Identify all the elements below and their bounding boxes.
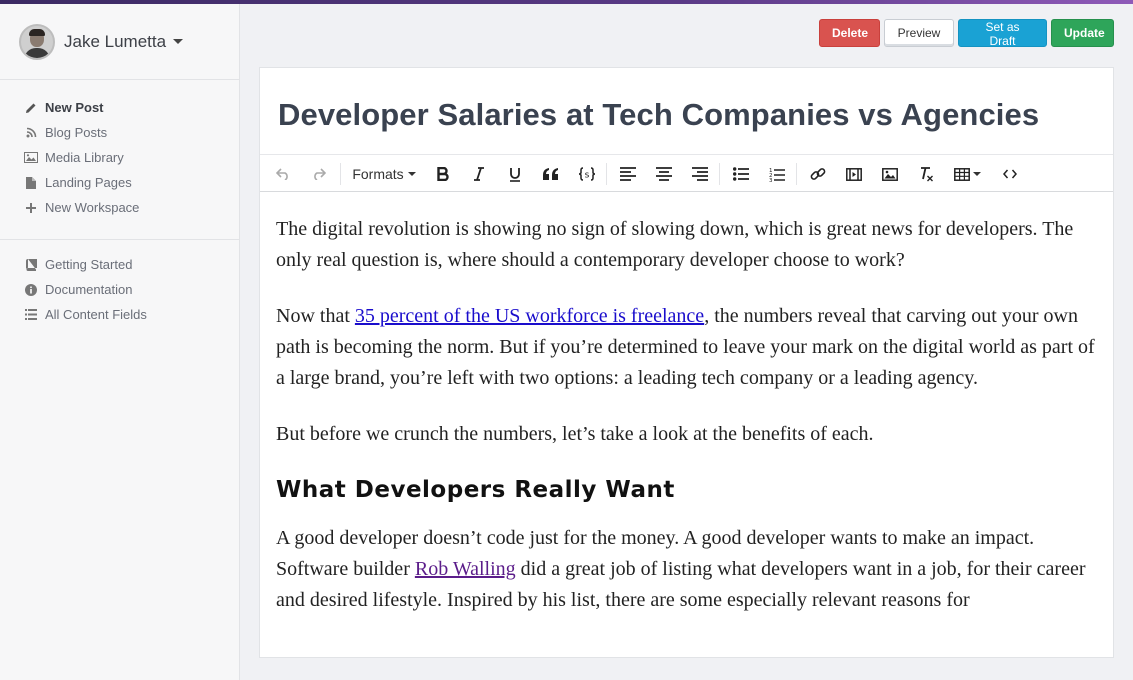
avatar: [19, 23, 55, 60]
sidebar-item-label: New Post: [45, 100, 104, 115]
editor-toolbar: Formats s 123: [260, 154, 1113, 192]
primary-nav: New Post Blog Posts Media Library Landin…: [0, 95, 239, 220]
update-button[interactable]: Update: [1051, 19, 1114, 47]
list-icon: [24, 308, 38, 322]
sidebar-item-label: New Workspace: [45, 200, 140, 215]
align-right-icon[interactable]: [689, 155, 711, 193]
toolbar-separator: [796, 163, 797, 185]
sidebar-item-all-content-fields[interactable]: All Content Fields: [24, 302, 147, 327]
table-icon: [953, 167, 970, 181]
toolbar-separator: [606, 163, 607, 185]
caret-down-icon: [173, 39, 184, 44]
sidebar-item-label: Blog Posts: [45, 125, 108, 140]
sidebar-divider: [0, 239, 239, 240]
set-as-draft-button[interactable]: Set as Draft: [958, 19, 1047, 48]
formats-dropdown[interactable]: Formats: [350, 155, 418, 193]
sidebar-item-new-workspace[interactable]: New Workspace: [24, 195, 239, 220]
source-code-icon[interactable]: [999, 155, 1021, 193]
user-menu[interactable]: Jake Lumetta: [0, 4, 239, 80]
delete-button[interactable]: Delete: [819, 19, 880, 47]
media-icon[interactable]: [843, 155, 865, 193]
sidebar-item-label: Media Library: [45, 150, 124, 165]
section-heading: What Developers Really Want: [276, 477, 675, 503]
post-body-editor[interactable]: The digital revolution is showing no sig…: [276, 214, 1106, 641]
sidebar-item-new-post[interactable]: New Post: [24, 95, 239, 120]
caret-down-icon: [972, 172, 981, 176]
sidebar-item-label: Documentation: [45, 282, 133, 297]
freelance-stat-link[interactable]: 35 percent of the US workforce is freela…: [355, 305, 704, 327]
toolbar-separator: [719, 163, 720, 185]
clear-formatting-icon[interactable]: [915, 155, 937, 193]
numbered-list-icon[interactable]: 123: [766, 155, 788, 193]
align-center-icon[interactable]: [653, 155, 675, 193]
sidebar-item-documentation[interactable]: Documentation: [24, 277, 147, 302]
bullet-list-icon[interactable]: [730, 155, 752, 193]
underline-icon[interactable]: [504, 155, 526, 193]
blockquote-icon[interactable]: [540, 155, 562, 193]
secondary-nav: Getting Started Documentation All Conten…: [0, 252, 147, 327]
align-left-icon[interactable]: [617, 155, 639, 193]
post-actions: Delete Preview Set as Draft Update: [819, 19, 1114, 48]
link-icon[interactable]: [807, 155, 829, 193]
italic-icon[interactable]: [468, 155, 490, 193]
bold-icon[interactable]: [432, 155, 454, 193]
table-dropdown[interactable]: [951, 155, 983, 193]
formats-label: Formats: [352, 166, 404, 182]
paragraph: Now that 35 percent of the US workforce …: [276, 305, 1095, 389]
plus-icon: [24, 201, 38, 215]
info-icon: [24, 283, 38, 297]
preview-button[interactable]: Preview: [884, 19, 954, 47]
insert-image-icon[interactable]: [879, 155, 901, 193]
image-icon: [24, 151, 38, 165]
sidebar-item-blog-posts[interactable]: Blog Posts: [24, 120, 239, 145]
pencil-icon: [24, 101, 38, 115]
sidebar-item-getting-started[interactable]: Getting Started: [24, 252, 147, 277]
post-title-input[interactable]: Developer Salaries at Tech Companies vs …: [278, 97, 1039, 133]
rss-icon: [24, 126, 38, 140]
sidebar-item-media-library[interactable]: Media Library: [24, 145, 239, 170]
file-icon: [24, 176, 38, 190]
code-sample-icon[interactable]: s: [576, 155, 598, 193]
paragraph: A good developer doesn’t code just for t…: [276, 527, 1086, 611]
svg-text:3: 3: [769, 178, 773, 182]
redo-icon[interactable]: [308, 155, 330, 193]
sidebar-item-label: Landing Pages: [45, 175, 132, 190]
sidebar-item-label: Getting Started: [45, 257, 133, 272]
sidebar-item-label: All Content Fields: [45, 307, 147, 322]
sidebar-item-landing-pages[interactable]: Landing Pages: [24, 170, 239, 195]
paragraph: The digital revolution is showing no sig…: [276, 218, 1074, 271]
book-icon: [24, 258, 38, 272]
caret-down-icon: [407, 172, 416, 176]
undo-icon[interactable]: [272, 155, 294, 193]
svg-text:s: s: [585, 171, 590, 181]
toolbar-separator: [340, 163, 341, 185]
rob-walling-link[interactable]: Rob Walling: [415, 558, 516, 580]
sidebar: Jake Lumetta New Post Blog Posts Media L…: [0, 4, 240, 680]
paragraph: But before we crunch the numbers, let’s …: [276, 423, 874, 445]
user-name: Jake Lumetta: [64, 31, 167, 51]
post-editor: Developer Salaries at Tech Companies vs …: [259, 67, 1114, 658]
